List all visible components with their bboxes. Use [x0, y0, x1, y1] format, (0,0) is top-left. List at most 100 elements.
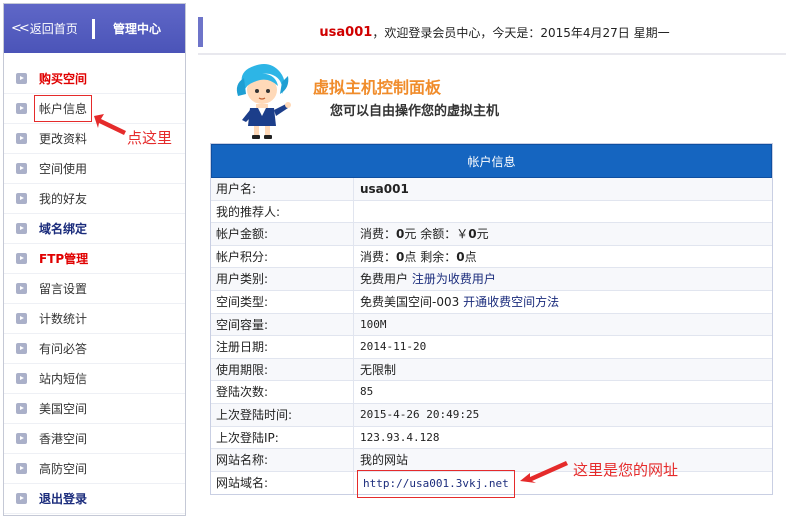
row-label: 上次登陆时间: — [211, 403, 354, 426]
points-value: 消费：0点 剩余：0点 — [354, 246, 772, 268]
points-remain: 0 — [456, 249, 465, 264]
site-url-link[interactable]: http://usa001.3vkj.net — [357, 469, 515, 498]
table-title: 帐户信息 — [467, 155, 516, 169]
sidebar-item[interactable]: 计数统计 — [4, 304, 185, 334]
panel-subtitle: 您可以自由操作您的虚拟主机 — [330, 104, 500, 119]
table-row: 帐户金额: 消费：0元 余额：￥0元 — [211, 223, 772, 246]
balance-spent-prefix: 消费： — [360, 227, 397, 242]
sidebar-item[interactable]: 香港空间 — [4, 424, 185, 454]
sidebar-item-label: 退出登录 — [39, 492, 88, 506]
last-login-time-value: 2015-4-26 20:49:25 — [360, 407, 480, 421]
table-row: 注册日期: 2014-11-20 — [211, 336, 772, 359]
welcome-username: usa001 — [319, 24, 373, 40]
panel-title: 虚拟主机控制面板 — [313, 78, 442, 97]
play-bullet-icon — [16, 133, 27, 144]
play-bullet-icon — [16, 253, 27, 264]
welcome-text: ，欢迎登录会员中心，今天是：2015年4月27日 星期一 — [372, 25, 670, 40]
balance-spent-unit: 元 余额：￥ — [404, 227, 469, 242]
sidebar-item[interactable]: 购买空间 — [4, 64, 185, 94]
balance-remain-unit: 元 — [476, 227, 489, 242]
row-label: 使用期限: — [211, 358, 354, 381]
table-row: 上次登陆IP: 123.93.4.128 — [211, 426, 772, 450]
row-label: 注册日期: — [211, 336, 354, 358]
sidebar-item[interactable]: 域名绑定 — [4, 214, 185, 244]
play-bullet-icon — [16, 343, 27, 354]
space-type-text: 免费美国空间-003 — [360, 294, 460, 309]
last-login-ip-value: 123.93.4.128 — [360, 430, 440, 444]
cartoon-girl-mascot — [236, 64, 291, 139]
paid-space-method-link[interactable]: 开通收费空间方法 — [463, 295, 559, 309]
sidebar-title: 管理中心 — [113, 22, 162, 36]
row-label: 帐户积分: — [211, 245, 354, 268]
welcome-bar: usa001 ，欢迎登录会员中心，今天是：2015年4月27日 星期一 — [198, 17, 786, 47]
sidebar-item[interactable]: 我的好友 — [4, 184, 185, 214]
sidebar-item[interactable]: 空间使用 — [4, 154, 185, 184]
double-chevron-left-icon: << — [11, 21, 30, 36]
points-remain-unit: 点 — [464, 249, 477, 264]
sidebar-item[interactable]: 美国空间 — [4, 394, 185, 424]
sidebar-item-label: 购买空间 — [39, 72, 88, 86]
sidebar-item-label: 香港空间 — [39, 432, 88, 446]
sidebar-item-label: 计数统计 — [39, 312, 88, 326]
play-bullet-icon — [16, 493, 27, 504]
points-spent-unit: 点 剩余： — [404, 249, 457, 264]
play-bullet-icon — [16, 433, 27, 444]
table-row: 空间类型: 免费美国空间-003 开通收费空间方法 — [211, 290, 772, 314]
table-row: 网站名称: 我的网站 — [211, 449, 772, 472]
click-here-arrow-icon — [94, 114, 126, 135]
play-bullet-icon — [16, 283, 27, 294]
sidebar-item-label: 我的好友 — [39, 192, 88, 206]
sidebar-item-label: 帐户信息 — [33, 95, 93, 122]
capacity-value: 100M — [360, 317, 387, 331]
table-row: 用户类别: 免费用户 注册为收费用户 — [211, 268, 772, 291]
click-here-annotation: 点这里 — [127, 129, 173, 147]
sidebar-item-label: 更改资料 — [39, 132, 88, 146]
table-row: 用户名: usa001 — [211, 178, 772, 201]
play-bullet-icon — [16, 193, 27, 204]
sidebar-header: << 返回首页 管理中心 — [4, 4, 185, 53]
row-label: 用户类别: — [211, 268, 354, 290]
row-label: 空间容量: — [211, 313, 354, 336]
referrer-value — [354, 201, 772, 223]
points-spent-prefix: 消费： — [360, 249, 397, 264]
table-row: 上次登陆时间: 2015-4-26 20:49:25 — [211, 403, 772, 427]
play-bullet-icon — [16, 403, 27, 414]
sidebar-item[interactable]: 有问必答 — [4, 334, 185, 364]
row-label: 网站域名: — [211, 471, 354, 495]
table-row: 空间容量: 100M — [211, 313, 772, 337]
play-bullet-icon — [16, 463, 27, 474]
account-info-table: 帐户信息 用户名: usa001 我的推荐人: 帐户金额: 消费：0元 余额：￥… — [210, 143, 773, 498]
sidebar-item[interactable]: FTP管理 — [4, 244, 185, 274]
sidebar-item[interactable]: 留言设置 — [4, 274, 185, 304]
sidebar: << 返回首页 管理中心 购买空间帐户信息更改资料空间使用我的好友域名绑定 FTP… — [3, 3, 186, 516]
sidebar-item-label: 高防空间 — [39, 462, 88, 476]
table-row: 我的推荐人: — [211, 200, 772, 224]
header-divider-line — [198, 53, 786, 55]
table-header: 帐户信息 — [211, 144, 772, 178]
row-label: 空间类型: — [211, 290, 354, 313]
term-value: 无限制 — [360, 362, 397, 377]
register-paid-link[interactable]: 注册为收费用户 — [412, 272, 496, 286]
back-home-label: 返回首页 — [29, 22, 78, 36]
back-home-link[interactable]: << 返回首页 — [4, 20, 88, 37]
row-label: 上次登陆IP: — [211, 426, 354, 449]
sidebar-item-label: 留言设置 — [39, 282, 88, 296]
balance-remain: 0 — [468, 227, 477, 242]
user-type-value: 免费用户 注册为收费用户 — [354, 268, 772, 290]
header-divider — [92, 18, 95, 39]
sidebar-item-label: 空间使用 — [39, 162, 88, 176]
row-label: 用户名: — [211, 178, 354, 200]
username-value: usa001 — [360, 182, 409, 196]
sidebar-item[interactable]: 站内短信 — [4, 364, 185, 394]
play-bullet-icon — [16, 373, 27, 384]
table-row: 登陆次数: 85 — [211, 381, 772, 404]
space-type-value: 免费美国空间-003 开通收费空间方法 — [354, 291, 772, 313]
table-row: 网站域名: http://usa001.3vkj.net — [211, 469, 772, 498]
row-label: 帐户金额: — [211, 223, 354, 245]
sidebar-item[interactable]: 退出登录 — [4, 484, 185, 514]
sidebar-item-label: 有问必答 — [39, 342, 88, 356]
row-label: 登陆次数: — [211, 381, 354, 403]
table-row: 使用期限: 无限制 — [211, 358, 772, 382]
row-label: 网站名称: — [211, 449, 354, 471]
sidebar-item[interactable]: 高防空间 — [4, 454, 185, 484]
